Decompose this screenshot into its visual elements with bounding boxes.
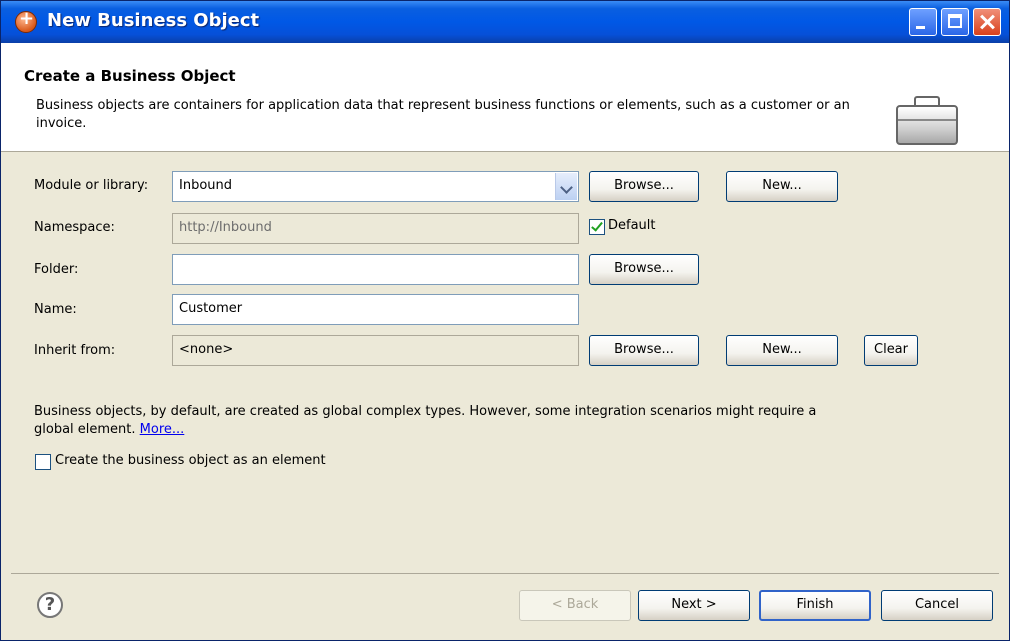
title-bar[interactable]: New Business Object [1, 1, 1009, 43]
header-banner: Create a Business Object Business object… [1, 43, 1009, 152]
cancel-button[interactable]: Cancel [881, 590, 993, 621]
help-icon[interactable]: ? [37, 592, 63, 618]
close-button[interactable] [973, 8, 1001, 36]
folder-field[interactable] [172, 254, 579, 285]
app-icon [15, 8, 37, 33]
namespace-field: http://Inbound [172, 213, 579, 244]
name-label: Name: [34, 302, 77, 317]
page-description: Business objects are containers for appl… [36, 98, 850, 131]
inherit-new-button[interactable]: New... [726, 335, 838, 366]
element-checkbox-label[interactable]: Create the business object as an element [55, 453, 326, 468]
window-title: New Business Object [47, 10, 260, 31]
module-browse-button[interactable]: Browse... [589, 171, 699, 202]
default-checkbox[interactable] [589, 219, 605, 235]
folder-label: Folder: [34, 262, 79, 277]
inherit-browse-button[interactable]: Browse... [589, 335, 699, 366]
info-text: Business objects, by default, are create… [34, 403, 854, 439]
inherit-label: Inherit from: [34, 343, 116, 358]
finish-button[interactable]: Finish [759, 590, 871, 621]
more-link[interactable]: More... [140, 422, 185, 437]
clear-button[interactable]: Clear [864, 335, 918, 366]
name-field[interactable]: Customer [172, 294, 579, 325]
inherit-field: <none> [172, 335, 579, 366]
new-business-object-dialog: New Business Object Create a Business Ob… [0, 0, 1010, 641]
namespace-label: Namespace: [34, 220, 115, 235]
element-checkbox[interactable] [35, 454, 51, 470]
chevron-down-icon[interactable] [555, 173, 577, 200]
minimize-button[interactable] [909, 8, 937, 36]
default-label[interactable]: Default [608, 218, 656, 233]
module-new-button[interactable]: New... [726, 171, 838, 202]
briefcase-icon [896, 96, 958, 145]
folder-browse-button[interactable]: Browse... [589, 254, 699, 285]
maximize-button[interactable] [941, 8, 969, 36]
next-button[interactable]: Next > [638, 590, 750, 621]
bottom-separator [11, 573, 999, 574]
module-combo[interactable]: Inbound [172, 171, 579, 202]
page-title: Create a Business Object [24, 67, 236, 85]
module-label: Module or library: [34, 178, 149, 193]
module-value: Inbound [179, 178, 233, 193]
back-button[interactable]: < Back [519, 590, 631, 621]
